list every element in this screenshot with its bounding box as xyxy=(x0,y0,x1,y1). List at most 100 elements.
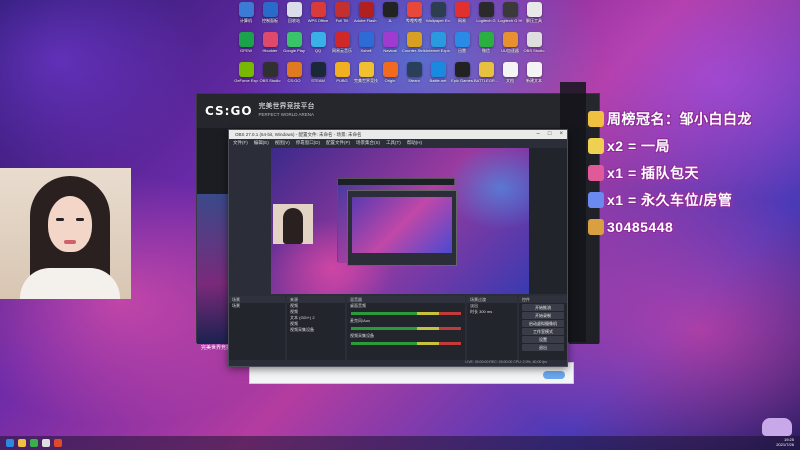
obs-menu-item[interactable]: 文件(F) xyxy=(233,139,248,147)
desktop-app-icon xyxy=(454,62,470,77)
desktop-icon[interactable]: QQ xyxy=(306,32,330,62)
owl-icon xyxy=(588,219,604,235)
control-button[interactable]: 开始录制 xyxy=(522,312,564,319)
volume-meter[interactable] xyxy=(351,327,461,330)
desktop-icon-label: Hbuilder xyxy=(262,48,278,53)
desktop-app-icon xyxy=(454,32,470,47)
desktop-icon[interactable]: STEAM xyxy=(306,62,330,92)
overlay-text: 周榜冠名：邹小白白龙 xyxy=(607,111,752,127)
desktop-icon-label: Steam xyxy=(408,78,420,83)
desktop-icon[interactable]: 哔哩哔哩 xyxy=(402,2,426,32)
app-icon[interactable] xyxy=(30,439,38,447)
controls-header: 控件 xyxy=(519,296,567,303)
scene-item[interactable]: 场景 xyxy=(229,303,285,309)
desktop-icon[interactable]: 文档 xyxy=(498,62,522,92)
desktop-icon[interactable]: BATTLEGR... xyxy=(474,62,498,92)
start-icon[interactable] xyxy=(6,439,14,447)
volume-meter[interactable] xyxy=(351,312,461,315)
cat-sticker-icon xyxy=(762,418,792,436)
mixer-dock[interactable]: 混音器 桌面音频 麦克风/Aux 视频采集设备 xyxy=(347,296,465,366)
controls-dock[interactable]: 控件 开始推流 开始录制 启动虚拟摄像机 工作室模式 设置 退出 xyxy=(519,296,567,366)
desktop-icon[interactable]: 网易 xyxy=(450,2,474,32)
control-button[interactable]: 启动虚拟摄像机 xyxy=(522,320,564,327)
control-button[interactable]: 设置 xyxy=(522,336,564,343)
desktop-icon[interactable]: Counter-Strike xyxy=(402,32,426,62)
desktop-icon[interactable]: 迅雷 xyxy=(450,32,474,62)
minimize-icon[interactable]: – xyxy=(537,130,540,139)
desktop-icon[interactable]: Google Play xyxy=(282,32,306,62)
desktop-icon[interactable]: 完美世界竞技平台 xyxy=(354,62,378,92)
desktop-icon-label: Google Play xyxy=(283,48,305,53)
desktop-icon[interactable]: 计算机 xyxy=(234,2,258,32)
desktop-icon[interactable]: WPS Office xyxy=(306,2,330,32)
desktop-app-icon xyxy=(478,2,494,17)
desktop-app-icon xyxy=(334,62,350,77)
obs-menu-item[interactable]: 配置文件(P) xyxy=(326,139,350,147)
desktop-icon[interactable]: Adobe Flash Pla... xyxy=(354,2,378,32)
desktop-app-icon xyxy=(262,32,278,47)
desktop-icon[interactable]: OBS Studio xyxy=(522,32,546,62)
desktop-icon[interactable]: Hbuilder xyxy=(258,32,282,62)
obs-taskbar-icon[interactable] xyxy=(42,439,50,447)
obs-menu-item[interactable]: 场景集合(S) xyxy=(356,139,380,147)
desktop-icon[interactable]: PUBG xyxy=(330,62,354,92)
desktop-icon-label: Wallpaper Engine xyxy=(426,18,450,23)
desktop-icon[interactable]: GFEW xyxy=(234,32,258,62)
desktop-app-icon xyxy=(310,32,326,47)
desktop-icon[interactable]: Internet Explorer xyxy=(426,32,450,62)
desktop-icon[interactable]: CS:GO xyxy=(282,62,306,92)
volume-meter[interactable] xyxy=(351,342,461,345)
app2-icon[interactable] xyxy=(54,439,62,447)
desktop-icon[interactable]: Steam xyxy=(402,62,426,92)
desktop-icon[interactable]: Wallpaper Engine xyxy=(426,2,450,32)
desktop-icon[interactable]: Origin xyxy=(378,62,402,92)
desktop-app-icon xyxy=(551,2,566,17)
sources-dock[interactable]: 来源 视频 视频 文本 (GDI+) 2 视频 视频采集设备 xyxy=(287,296,345,366)
desktop-icon[interactable]: Logitech G xyxy=(474,2,498,32)
obs-menu-item[interactable]: 编辑(E) xyxy=(254,139,269,147)
close-icon[interactable]: × xyxy=(559,130,563,139)
desktop-app-icon xyxy=(526,32,542,47)
obs-status-bar: LIVE: 00:00:00 REC: 00:00:00 CPU: 2.0%, … xyxy=(229,360,567,366)
obs-menu-item[interactable]: 停靠窗口(D) xyxy=(296,139,320,147)
desktop-app-icon xyxy=(502,62,518,77)
desktop-icon[interactable]: Navicat xyxy=(378,32,402,62)
desktop-icon[interactable]: Xshell xyxy=(354,32,378,62)
desktop-icon[interactable]: 新建文本 xyxy=(522,62,546,92)
desktop-icon[interactable]: UU加速器 xyxy=(498,32,522,62)
scenes-dock[interactable]: 场景 场景 xyxy=(229,296,285,366)
obs-window[interactable]: OBS 27.0.1 (64-bit, Windows) - 配置文件: 未命名… xyxy=(228,129,568,367)
desktop-app-icon xyxy=(262,62,278,77)
system-tray[interactable]: 19:25 2021/7/26 xyxy=(776,437,794,447)
source-item[interactable]: 视频采集设备 xyxy=(287,327,345,333)
desktop-app-icon xyxy=(526,2,542,17)
desktop-icon[interactable]: 微信 xyxy=(474,32,498,62)
obs-menu-item[interactable]: 工具(T) xyxy=(386,139,401,147)
csgo-logo: CS:GO xyxy=(205,104,253,118)
obs-preview[interactable] xyxy=(271,148,529,294)
control-button[interactable]: 开始推流 xyxy=(522,304,564,311)
tray-date: 2021/7/26 xyxy=(776,442,794,447)
control-button[interactable]: 退出 xyxy=(522,344,564,351)
desktop-icon[interactable]: 控制面板 xyxy=(258,2,282,32)
desktop-icon[interactable]: 回收站 xyxy=(282,2,306,32)
desktop-icon[interactable]: Logitech G HUB xyxy=(498,2,522,32)
transition-duration[interactable]: 时长 300 ms xyxy=(467,309,517,315)
folder-icon[interactable] xyxy=(18,439,26,447)
desktop-icon[interactable]: Epic Games xyxy=(450,62,474,92)
obs-menu-item[interactable]: 帮助(H) xyxy=(407,139,422,147)
transitions-dock[interactable]: 场景过渡 淡出 时长 300 ms xyxy=(467,296,517,366)
send-button[interactable] xyxy=(543,371,565,379)
desktop-icon[interactable]: GeForce Exp xyxy=(234,62,258,92)
control-button[interactable]: 工作室模式 xyxy=(522,328,564,335)
desktop-icon[interactable]: Full Tilt xyxy=(330,2,354,32)
desktop-icon-label: Full Tilt xyxy=(335,18,349,23)
maximize-icon[interactable]: □ xyxy=(548,130,552,139)
desktop-icon[interactable]: OBS Studio xyxy=(258,62,282,92)
desktop-icon[interactable]: 网易云音乐 xyxy=(330,32,354,62)
desktop-icon[interactable]: 解压工具 xyxy=(522,2,546,32)
desktop-icon[interactable]: JL xyxy=(378,2,402,32)
obs-menu-item[interactable]: 视图(V) xyxy=(275,139,290,147)
desktop-icon[interactable]: Battle.net xyxy=(426,62,450,92)
desktop-app-icon xyxy=(262,2,278,17)
